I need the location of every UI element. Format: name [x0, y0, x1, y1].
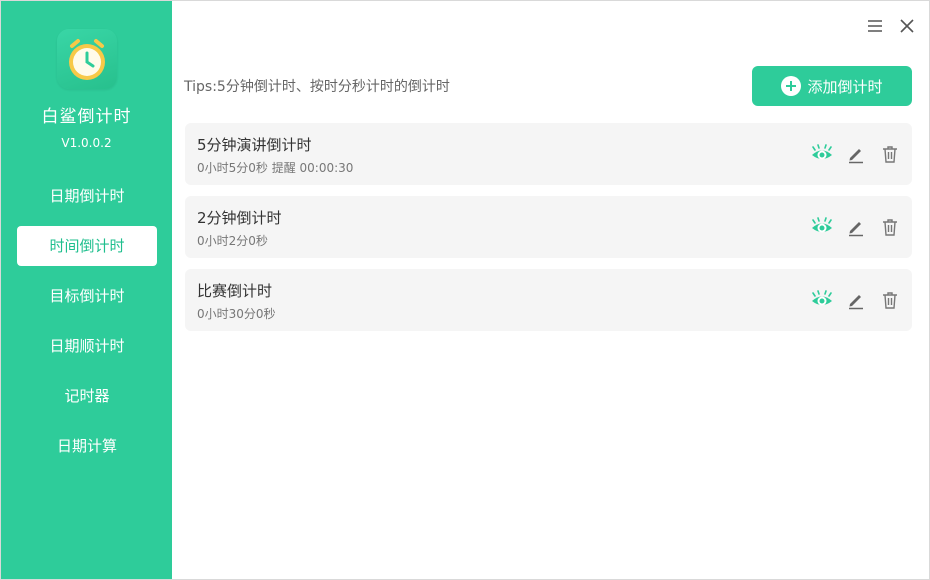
- add-countdown-button[interactable]: 添加倒计时: [752, 66, 912, 106]
- sidebar-item-time-countdown[interactable]: 时间倒计时: [17, 226, 157, 266]
- eye-icon: [812, 144, 832, 160]
- eye-icon: [812, 217, 832, 233]
- app-logo: [57, 29, 117, 89]
- close-icon: [900, 19, 914, 33]
- delete-button[interactable]: [878, 288, 902, 312]
- trash-icon: [883, 292, 897, 309]
- close-button[interactable]: [896, 15, 918, 37]
- edit-button[interactable]: [844, 142, 868, 166]
- list-item[interactable]: 2分钟倒计时 0小时2分0秒: [185, 196, 912, 258]
- timer-title: 2分钟倒计时: [197, 209, 282, 227]
- preview-button[interactable]: [810, 215, 834, 239]
- preview-button[interactable]: [810, 142, 834, 166]
- sidebar-item-date-countup[interactable]: 日期顺计时: [17, 326, 157, 366]
- menu-button[interactable]: [864, 15, 886, 37]
- delete-button[interactable]: [878, 215, 902, 239]
- menu-icon: [868, 20, 882, 32]
- sidebar-item-timer[interactable]: 记时器: [17, 376, 157, 416]
- pencil-icon: [849, 222, 863, 237]
- trash-icon: [883, 146, 897, 163]
- sidebar: 白鲨倒计时 V1.0.0.2 日期倒计时 时间倒计时 目标倒计时 日期顺计时 记…: [1, 1, 172, 579]
- app-window: 白鲨倒计时 V1.0.0.2 日期倒计时 时间倒计时 目标倒计时 日期顺计时 记…: [0, 0, 930, 580]
- sidebar-item-date-countdown[interactable]: 日期倒计时: [17, 176, 157, 216]
- item-actions: [800, 288, 902, 312]
- delete-button[interactable]: [878, 142, 902, 166]
- pencil-icon: [849, 295, 863, 310]
- alarm-clock-icon: [69, 39, 105, 80]
- edit-button[interactable]: [844, 288, 868, 312]
- sidebar-item-goal-countdown[interactable]: 目标倒计时: [17, 276, 157, 316]
- item-actions: [800, 215, 902, 239]
- timer-detail: 0小时2分0秒: [197, 234, 268, 248]
- timer-detail: 0小时5分0秒 提醒 00:00:30: [197, 161, 354, 175]
- timer-title: 比赛倒计时: [197, 282, 273, 300]
- plus-circle-icon: [781, 76, 802, 96]
- preview-button[interactable]: [810, 288, 834, 312]
- timer-list: 5分钟演讲倒计时 0小时5分0秒 提醒 00:00:30 2分钟倒计时 0小时2…: [185, 123, 912, 342]
- sidebar-nav: 日期倒计时 时间倒计时 目标倒计时 日期顺计时 记时器 日期计算: [17, 176, 157, 476]
- timer-title: 5分钟演讲倒计时: [197, 136, 312, 154]
- eye-icon: [812, 290, 832, 306]
- list-item[interactable]: 比赛倒计时 0小时30分0秒: [185, 269, 912, 331]
- edit-button[interactable]: [844, 215, 868, 239]
- tips-text: Tips:5分钟倒计时、按时分秒计时的倒计时: [184, 79, 450, 95]
- trash-icon: [883, 219, 897, 236]
- item-actions: [800, 142, 902, 166]
- add-countdown-label: 添加倒计时: [807, 77, 883, 96]
- app-name: 白鲨倒计时: [41, 107, 132, 127]
- pencil-icon: [849, 149, 863, 164]
- timer-detail: 0小时30分0秒: [197, 307, 276, 321]
- app-version: V1.0.0.2: [61, 136, 112, 150]
- sidebar-item-date-calc[interactable]: 日期计算: [17, 426, 157, 466]
- list-item[interactable]: 5分钟演讲倒计时 0小时5分0秒 提醒 00:00:30: [185, 123, 912, 185]
